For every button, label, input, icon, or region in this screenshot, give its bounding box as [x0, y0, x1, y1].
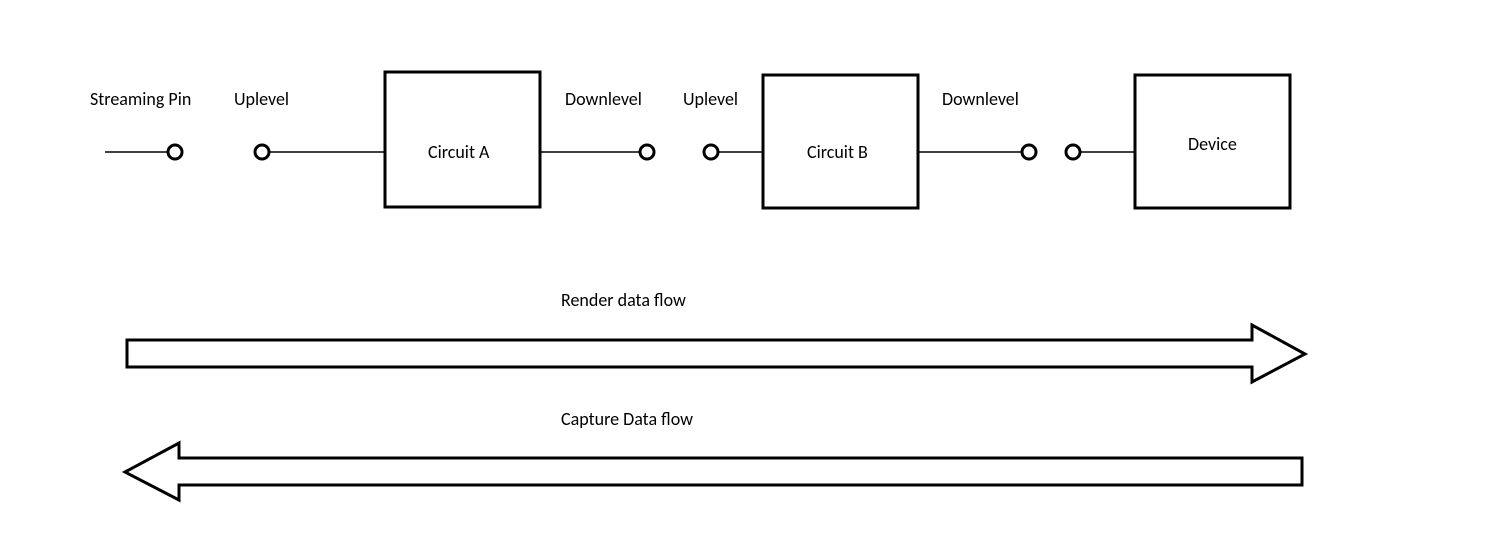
downlevel2-pin-icon — [1022, 145, 1036, 159]
circuit-b-label: Circuit B — [807, 141, 868, 163]
downlevel1-pin-icon — [640, 145, 654, 159]
uplevel1-label: Uplevel — [234, 88, 289, 110]
circuit-a-box — [385, 72, 540, 207]
downlevel1-label: Downlevel — [565, 88, 642, 110]
capture-arrow-icon — [125, 443, 1302, 500]
device-pin-icon — [1066, 145, 1080, 159]
streaming-pin-label: Streaming Pin — [90, 88, 191, 110]
downlevel2-label: Downlevel — [942, 88, 1019, 110]
device-label: Device — [1188, 133, 1237, 155]
uplevel1-pin-icon — [255, 145, 269, 159]
circuit-a-label: Circuit A — [428, 141, 490, 163]
render-flow-label: Render data flow — [561, 289, 686, 311]
uplevel2-pin-icon — [704, 145, 718, 159]
streaming-pin-icon — [168, 145, 182, 159]
capture-flow-label: Capture Data flow — [561, 408, 693, 430]
diagram-canvas: Streaming Pin Uplevel Circuit A Downleve… — [0, 0, 1488, 555]
render-arrow-icon — [127, 325, 1305, 382]
uplevel2-label: Uplevel — [683, 88, 738, 110]
